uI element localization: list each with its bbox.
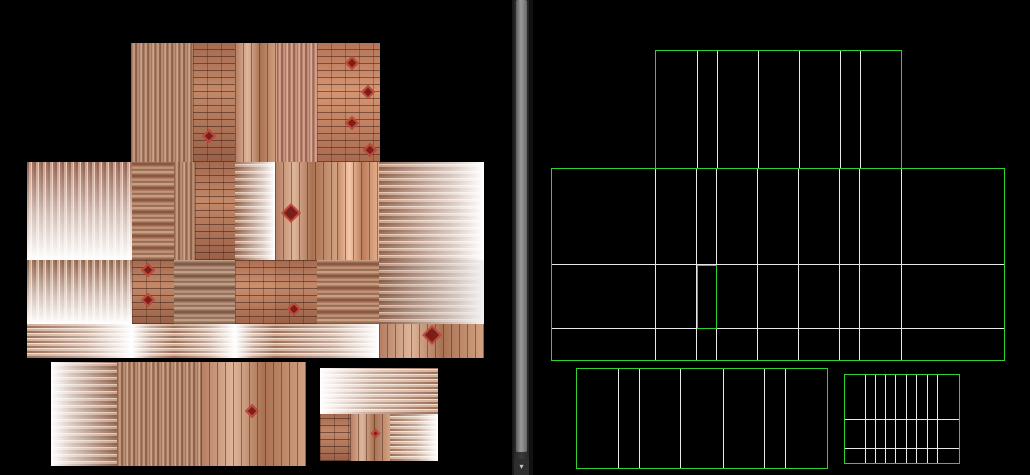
texture-tile [117, 362, 201, 466]
texture-tile [27, 324, 132, 358]
uv-edge [895, 375, 896, 463]
uv-wireframe-pane[interactable] [533, 0, 1030, 475]
uv-edge [655, 169, 656, 360]
uv-edge [757, 169, 758, 360]
uv-island-top [655, 50, 902, 169]
texture-tile [317, 260, 379, 324]
texture-tile [277, 43, 317, 162]
texture-tile [320, 368, 438, 414]
uv-edge [865, 375, 866, 463]
uv-edge [937, 375, 938, 463]
uv-edge [845, 448, 959, 449]
uv-edge [927, 375, 928, 463]
uv-edge [785, 369, 786, 468]
uv-edge [885, 375, 886, 463]
uv-edge [859, 169, 860, 360]
texture-sheet-bottom-left [51, 362, 306, 466]
texture-tile [174, 260, 235, 324]
scroll-thumb[interactable] [516, 0, 527, 452]
uv-edge [717, 51, 718, 168]
uv-edge [860, 51, 861, 168]
texture-tile [235, 162, 275, 260]
uv-edge [552, 264, 1004, 265]
texture-tile [379, 260, 484, 324]
texture-preview-pane[interactable] [0, 0, 512, 475]
uv-edge [697, 51, 698, 168]
uv-edge [639, 369, 640, 468]
uv-edge [906, 375, 907, 463]
texture-sheet-top [131, 43, 380, 162]
uv-island-bottom-left [576, 368, 828, 469]
texture-tile [51, 362, 117, 466]
texture-tile [27, 162, 132, 260]
texture-tile [174, 162, 195, 260]
texture-tile [131, 43, 193, 162]
texture-tile [275, 324, 379, 358]
uv-edge [839, 169, 840, 360]
texture-editor-window: ▾ [0, 0, 1030, 475]
uv-edge [552, 328, 1004, 329]
uv-edge [845, 419, 959, 420]
texture-tile [174, 324, 235, 358]
uv-edge [901, 169, 902, 360]
texture-tile [132, 324, 174, 358]
uv-edge [840, 51, 841, 168]
texture-tile [350, 414, 390, 461]
uv-island-bottom-right [844, 374, 960, 464]
texture-tile [390, 414, 438, 461]
scroll-down-button[interactable]: ▾ [514, 459, 529, 475]
texture-tile [195, 162, 235, 260]
texture-tile [132, 162, 174, 260]
texture-tile [193, 43, 235, 162]
texture-tile [27, 260, 132, 324]
texture-tile [235, 43, 277, 162]
uv-edge [618, 369, 619, 468]
uv-edge [798, 169, 799, 360]
texture-tile [379, 162, 484, 260]
uv-edge [758, 51, 759, 168]
texture-tile [320, 414, 350, 461]
uv-edge [680, 369, 681, 468]
uv-edge [723, 369, 724, 468]
uv-edge [799, 51, 800, 168]
texture-tile [235, 324, 275, 358]
uv-island-main [551, 168, 1005, 361]
texture-sheet-main [27, 162, 484, 358]
vertical-scrollbar[interactable]: ▾ [514, 0, 529, 475]
uv-edge [764, 369, 765, 468]
texture-tile [275, 260, 317, 324]
texture-sheet-bottom-right [320, 368, 438, 461]
uv-edge [875, 375, 876, 463]
triangle-down-icon: ▾ [519, 462, 524, 471]
uv-edge [916, 375, 917, 463]
texture-tile [337, 162, 379, 260]
uv-selected-face[interactable] [697, 265, 717, 329]
texture-tile [235, 260, 275, 324]
